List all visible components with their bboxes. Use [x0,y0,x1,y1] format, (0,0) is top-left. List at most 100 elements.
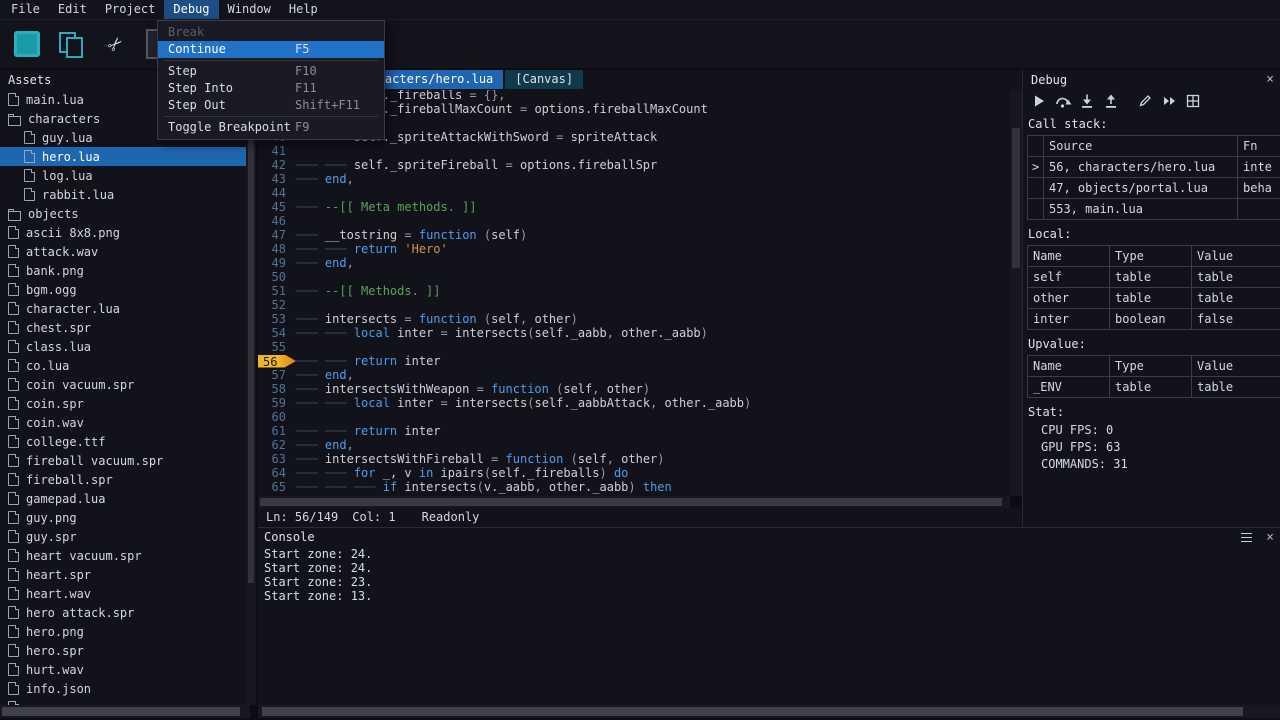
tree-item-attack-wav[interactable]: attack.wav [0,242,246,261]
code-line-52[interactable]: 52 [258,298,1010,312]
tree-item-log-lua[interactable]: log.lua [0,166,246,185]
code-line-59[interactable]: 59─── ─── local inter = intersects(self.… [258,396,1010,410]
step-out-button[interactable] [1101,92,1121,110]
code-line-60[interactable]: 60 [258,410,1010,424]
tree-item-heart-vacuum-spr[interactable]: heart vacuum.spr [0,546,246,565]
code-area[interactable]: 37─── ─── self._fireballs = {},38─── ───… [258,90,1010,496]
frames-button[interactable] [1183,92,1203,110]
tree-item-hero-spr[interactable]: hero.spr [0,641,246,660]
menu-window[interactable]: Window [219,0,280,19]
fast-forward-button[interactable] [1159,92,1179,110]
menu-item-step-into[interactable]: Step IntoF11 [158,80,384,97]
code-line-48[interactable]: 48─── ─── return 'Hero' [258,242,1010,256]
code-line-44[interactable]: 44 [258,186,1010,200]
code-line-41[interactable]: 41 [258,144,1010,158]
code-line-54[interactable]: 54─── ─── local inter = intersects(self.… [258,326,1010,340]
new-button[interactable] [8,25,46,63]
cut-button[interactable]: ✂ [96,25,134,63]
table-row[interactable]: 47, objects/portal.luabeha [1028,178,1280,199]
code-line-45[interactable]: 45─── --[[ Meta methods. ]] [258,200,1010,214]
tree-item-class-lua[interactable]: class.lua [0,337,246,356]
code-line-43[interactable]: 43─── end, [258,172,1010,186]
tree-item-fireball-vacuum-spr[interactable]: fireball vacuum.spr [0,451,246,470]
scrollbar-handle[interactable] [1012,128,1020,268]
list-icon[interactable] [1241,533,1252,542]
tab-canvas[interactable]: [Canvas] [505,70,583,89]
menu-item-step[interactable]: StepF10 [158,63,384,80]
menu-project[interactable]: Project [96,0,165,19]
bottom-hscrollbar[interactable] [258,705,1280,718]
code-line-53[interactable]: 53─── intersects = function (self, other… [258,312,1010,326]
menu-file[interactable]: File [2,0,49,19]
tree-item-rabbit-lua[interactable]: rabbit.lua [0,185,246,204]
menu-debug[interactable]: Debug [164,0,218,19]
code-line-55[interactable]: 55 [258,340,1010,354]
tree-item-college-ttf[interactable]: college.ttf [0,432,246,451]
code-line-42[interactable]: 42─── ─── self._spriteFireball = options… [258,158,1010,172]
code-line-47[interactable]: 47─── __tostring = function (self) [258,228,1010,242]
table-row[interactable]: _ENVtabletable [1028,377,1280,398]
tree-item-guy-png[interactable]: guy.png [0,508,246,527]
scrollbar-handle[interactable] [2,707,240,716]
editor-hscrollbar[interactable] [258,496,1010,508]
code-line-62[interactable]: 62─── end, [258,438,1010,452]
tree-item-heart-wav[interactable]: heart.wav [0,584,246,603]
menu-item-continue[interactable]: ContinueF5 [158,41,384,58]
code-line-61[interactable]: 61─── ─── return inter [258,424,1010,438]
continue-button[interactable] [1029,92,1049,110]
editor-vscrollbar[interactable] [1010,90,1022,496]
code-line-56[interactable]: 56─── ─── return inter [258,354,1010,368]
tree-item-coin-vacuum-spr[interactable]: coin vacuum.spr [0,375,246,394]
scrollbar-handle[interactable] [262,707,1243,716]
tree-item-heart-spr[interactable]: heart.spr [0,565,246,584]
write-button[interactable] [1135,92,1155,110]
tree-item-gamepad-lua[interactable]: gamepad.lua [0,489,246,508]
tree-item-guy-spr[interactable]: guy.spr [0,527,246,546]
tree-item-coin-spr[interactable]: coin.spr [0,394,246,413]
code-line-49[interactable]: 49─── end, [258,256,1010,270]
menu-item-break[interactable]: Break [158,24,384,41]
code-line-57[interactable]: 57─── end, [258,368,1010,382]
tree-item-coin-wav[interactable]: coin.wav [0,413,246,432]
table-row[interactable]: selftabletable [1028,267,1280,288]
tree-item-hurt-wav[interactable]: hurt.wav [0,660,246,679]
menu-item-step-out[interactable]: Step OutShift+F11 [158,97,384,114]
code-line-64[interactable]: 64─── ─── for _, v in ipairs(self._fireb… [258,466,1010,480]
menu-item-toggle-breakpoint[interactable]: Toggle BreakpointF9 [158,119,384,136]
copy-button[interactable] [52,25,90,63]
assets-hscrollbar[interactable] [0,705,250,718]
tree-item-hero-png[interactable]: hero.png [0,622,246,641]
code-line-65[interactable]: 65─── ─── ─── if intersects(v._aabb, oth… [258,480,1010,494]
table-row[interactable]: othertabletable [1028,288,1280,309]
menu-edit[interactable]: Edit [49,0,96,19]
code-line-50[interactable]: 50 [258,270,1010,284]
step-over-button[interactable] [1053,92,1073,110]
tree-item-co-lua[interactable]: co.lua [0,356,246,375]
code-line-51[interactable]: 51─── --[[ Methods. ]] [258,284,1010,298]
close-icon[interactable]: × [1266,70,1274,90]
scrollbar-handle[interactable] [248,88,254,583]
tree-item-character-lua[interactable]: character.lua [0,299,246,318]
tree-item-fireball-spr[interactable]: fireball.spr [0,470,246,489]
tree-item-objects[interactable]: objects [0,204,246,223]
tree-item-chest-spr[interactable]: chest.spr [0,318,246,337]
table-row[interactable]: >56, characters/hero.luainte [1028,157,1280,178]
assets-vscrollbar[interactable] [246,70,256,705]
tree-item-ascii-8x8-png[interactable]: ascii 8x8.png [0,223,246,242]
table-header-row: NameTypeValue [1028,356,1280,377]
close-icon[interactable]: × [1266,528,1274,547]
tree-item-partial[interactable] [0,698,246,705]
code-line-58[interactable]: 58─── intersectsWithWeapon = function (s… [258,382,1010,396]
menu-help[interactable]: Help [280,0,327,19]
tree-item-bgm-ogg[interactable]: bgm.ogg [0,280,246,299]
table-row[interactable]: 553, main.lua [1028,199,1280,220]
code-line-46[interactable]: 46 [258,214,1010,228]
scrollbar-handle[interactable] [260,498,1002,506]
tree-item-hero-attack-spr[interactable]: hero attack.spr [0,603,246,622]
tree-item-info-json[interactable]: info.json [0,679,246,698]
table-row[interactable]: interbooleanfalse [1028,309,1280,330]
step-into-button[interactable] [1077,92,1097,110]
tree-item-hero-lua[interactable]: hero.lua [0,147,246,166]
code-line-63[interactable]: 63─── intersectsWithFireball = function … [258,452,1010,466]
tree-item-bank-png[interactable]: bank.png [0,261,246,280]
